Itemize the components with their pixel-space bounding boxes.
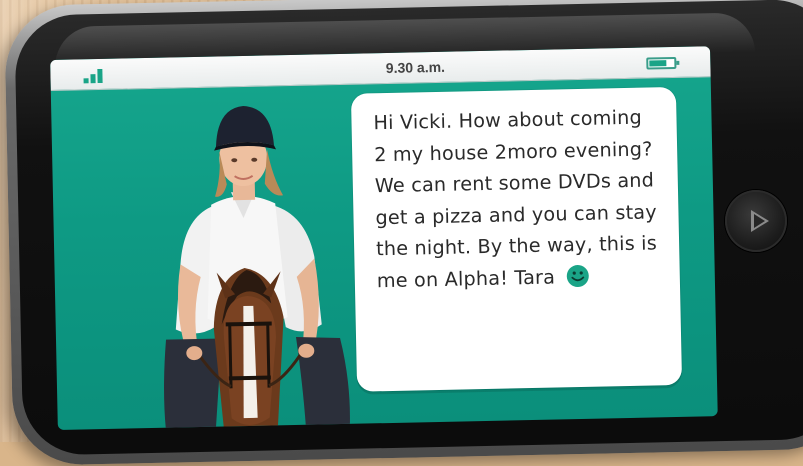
battery-nub (676, 60, 680, 65)
smiley-face-icon (566, 264, 589, 287)
message-text: Hi Vicki. How about coming 2 my house 2m… (373, 101, 664, 296)
message-bubble: Hi Vicki. How about coming 2 my house 2m… (350, 86, 683, 392)
battery-icon (646, 56, 680, 70)
rider-hair-right (264, 149, 284, 196)
rider-on-horse-photo (164, 106, 350, 430)
phone-device: 9.30 a.m. Hi Vicki. How about coming 2 m… (4, 0, 803, 466)
battery-fill (649, 60, 667, 67)
message-body: Hi Vicki. How about coming 2 my house 2m… (373, 105, 658, 292)
phone-bezel: 9.30 a.m. Hi Vicki. How about coming 2 m… (14, 0, 803, 456)
riding-helmet (215, 106, 274, 147)
phone-screen: 9.30 a.m. Hi Vicki. How about coming 2 m… (50, 46, 718, 430)
home-button[interactable] (725, 190, 787, 252)
